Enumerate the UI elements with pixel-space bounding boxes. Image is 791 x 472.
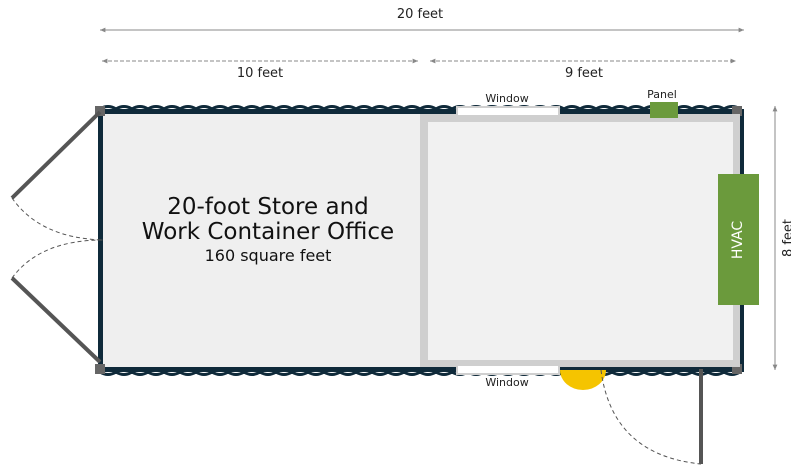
- electrical-panel: Panel: [647, 88, 678, 118]
- window-top-label: Window: [485, 92, 528, 105]
- door-leaf-lower: [10, 276, 102, 364]
- room-title-line2: Work Container Office: [142, 219, 394, 245]
- office-width-label: 9 feet: [565, 66, 603, 81]
- overall-width-label: 20 feet: [397, 7, 443, 22]
- bottom-corrugation: [99, 370, 741, 376]
- top-corrugation: [99, 105, 741, 111]
- left-double-doors: [10, 110, 104, 364]
- floor-plan-diagram: 20 feet 10 feet 9 feet 8 feet: [10, 7, 791, 465]
- depth-dimension: 8 feet: [772, 106, 791, 370]
- door-swing-upper: [11, 197, 104, 241]
- overall-width-dimension: 20 feet: [100, 7, 744, 33]
- corner-post-bottom-left: [95, 364, 105, 374]
- light-fixture-icon: [560, 370, 606, 390]
- door-swing-lower: [11, 239, 104, 279]
- floor-plan-canvas: 20 feet 10 feet 9 feet 8 feet: [0, 0, 791, 472]
- hvac-label: HVAC: [730, 221, 746, 260]
- office-floor: [428, 122, 733, 360]
- room-title-line1: 20-foot Store and: [167, 194, 369, 220]
- window-bottom: Window: [456, 364, 560, 389]
- office-entry-door: [600, 369, 703, 465]
- partition-wall: [420, 114, 428, 367]
- panel-label: Panel: [647, 88, 677, 101]
- room-area: 160 square feet: [205, 246, 332, 265]
- storage-width-dimension: 10 feet: [102, 58, 418, 81]
- window-top: Window: [456, 92, 560, 117]
- window-bottom-label: Window: [485, 376, 528, 389]
- office-interior-walls: [420, 114, 740, 367]
- hvac-unit: HVAC: [718, 174, 759, 305]
- depth-label: 8 feet: [781, 219, 791, 257]
- storage-width-label: 10 feet: [237, 66, 283, 81]
- entry-door-swing: [600, 369, 702, 465]
- door-leaf-upper: [10, 110, 102, 200]
- office-width-dimension: 9 feet: [430, 58, 736, 81]
